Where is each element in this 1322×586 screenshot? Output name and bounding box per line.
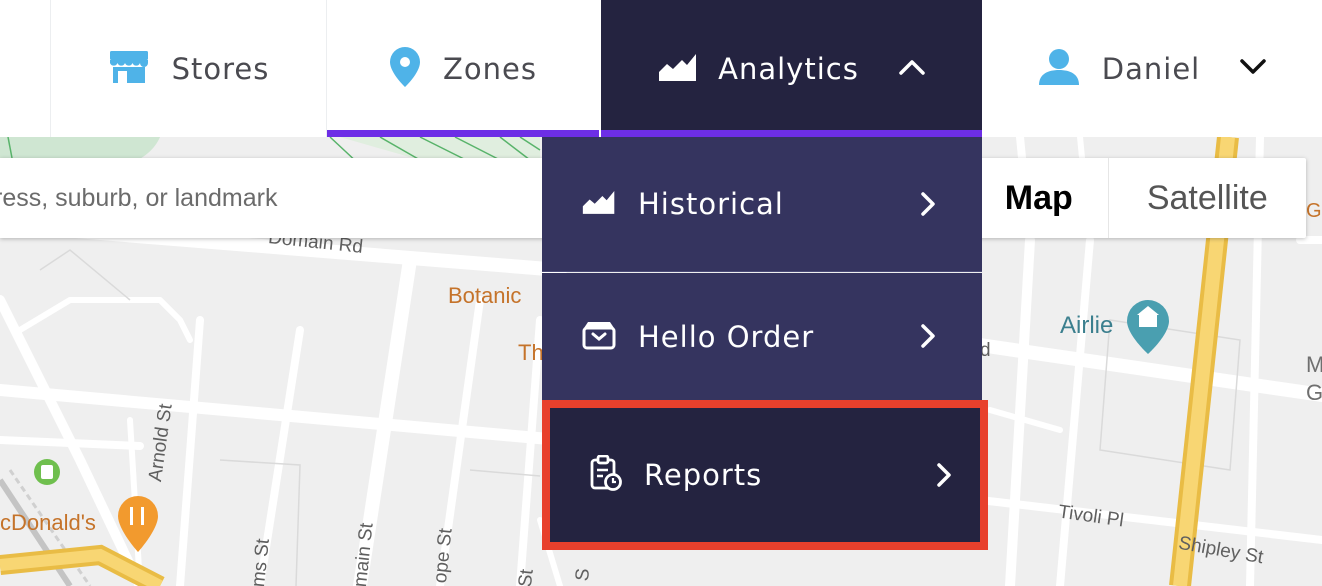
search-box: [0, 158, 560, 238]
user-name: Daniel: [1101, 51, 1201, 86]
map-type-control: Map Satellite: [970, 158, 1306, 238]
top-navbar: Stores Zones Analytics Daniel: [0, 0, 1322, 137]
user-avatar-icon: [1038, 48, 1080, 90]
chevron-up-icon: [899, 59, 925, 79]
menu-item-hello-order[interactable]: Hello Order: [542, 273, 982, 400]
chevron-right-icon: [936, 462, 952, 492]
chevron-right-icon: [920, 191, 936, 221]
satellite-view-button[interactable]: Satellite: [1109, 158, 1306, 238]
map-view-button[interactable]: Map: [970, 158, 1109, 238]
map-label-m: M: [1306, 352, 1322, 377]
box-icon: [582, 320, 616, 354]
nav-label-zones: Zones: [443, 51, 537, 86]
search-input[interactable]: [0, 158, 554, 238]
map-label-th: Th: [518, 340, 544, 365]
nav-label-stores: Stores: [171, 51, 270, 86]
nav-item-analytics[interactable]: Analytics: [601, 0, 982, 137]
chevron-down-icon: [1240, 58, 1266, 79]
analytics-dropdown-menu: Historical Hello Order Reports: [542, 137, 988, 586]
menu-label-reports: Reports: [644, 458, 763, 492]
airlie-pin-icon: [1127, 300, 1169, 354]
nav-underline: [601, 130, 982, 137]
map-label-airlie: Airlie: [1060, 312, 1114, 339]
menu-label-hello-order: Hello Order: [638, 319, 815, 354]
map-label-mcdonalds: cDonald's: [0, 510, 96, 535]
map-label-g: G: [1306, 380, 1322, 405]
area-chart-icon: [658, 52, 698, 86]
area-chart-icon: [582, 189, 616, 219]
user-menu[interactable]: Daniel: [982, 0, 1322, 137]
menu-label-historical: Historical: [638, 187, 784, 221]
chevron-right-icon: [920, 323, 936, 353]
map-label-gre: Gre: [1306, 200, 1322, 222]
map-label-botanic: Botanic: [448, 283, 522, 308]
location-pin-icon: [389, 46, 421, 92]
nav-item-stores[interactable]: Stores: [51, 0, 326, 137]
menu-item-reports[interactable]: Reports: [542, 400, 988, 550]
store-icon: [108, 49, 150, 89]
nav-underline: [327, 130, 599, 137]
menu-item-historical[interactable]: Historical: [542, 137, 982, 272]
nav-item-zones[interactable]: Zones: [327, 0, 599, 137]
clipboard-clock-icon: [590, 454, 622, 495]
nav-label-analytics: Analytics: [718, 51, 859, 86]
map-label-st: St: [515, 568, 538, 586]
